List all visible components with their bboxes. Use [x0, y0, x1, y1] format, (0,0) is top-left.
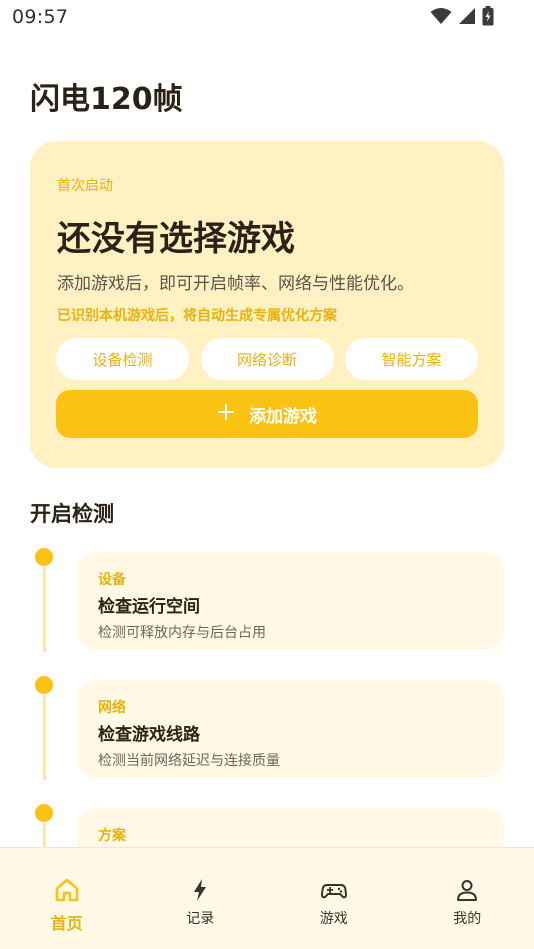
status-icons	[430, 6, 494, 26]
feature-chip-row: 设备检测 网络诊断 智能方案	[56, 338, 478, 380]
nav-label: 我的	[453, 911, 482, 927]
hero-title: 还没有选择游戏	[57, 219, 295, 259]
home-screen: 09:57 闪电120帧 首次启动 还没有选择游戏 添加游戏后，即可开启帧率、网…	[0, 0, 534, 949]
plus-icon	[217, 401, 235, 425]
lightning-icon	[186, 876, 214, 904]
nav-label: 游戏	[319, 911, 348, 927]
hero-description: 添加游戏后，即可开启帧率、网络与性能优化。	[57, 274, 414, 294]
add-game-label: 添加游戏	[249, 406, 317, 427]
status-bar: 09:57	[0, 0, 534, 36]
section-title: 开启检测	[30, 502, 114, 526]
card-tag: 方案	[98, 828, 126, 844]
timeline-line	[43, 566, 46, 652]
card-title: 检查运行空间	[98, 597, 200, 617]
check-network-card[interactable]: 网络 检查游戏线路 检测当前网络延迟与连接质量	[77, 680, 504, 778]
empty-state-card: 首次启动 还没有选择游戏 添加游戏后，即可开启帧率、网络与性能优化。 已识别本机…	[30, 141, 504, 468]
wifi-icon	[430, 7, 452, 25]
hero-note: 已识别本机游戏后，将自动生成专属优化方案	[57, 308, 337, 324]
card-title: 检查游戏线路	[98, 725, 200, 745]
hero-eyebrow: 首次启动	[57, 178, 113, 194]
timeline-dot	[35, 548, 53, 566]
card-description: 检测当前网络延迟与连接质量	[98, 753, 280, 769]
check-device-card[interactable]: 设备 检查运行空间 检测可释放内存与后台占用	[77, 552, 504, 650]
bottom-nav: 首页 记录 游戏 我的	[0, 847, 534, 949]
nav-item-games[interactable]: 游戏	[267, 848, 401, 949]
timeline-dot	[35, 804, 53, 822]
nav-item-records[interactable]: 记录	[134, 848, 268, 949]
nav-label: 首页	[50, 914, 83, 933]
nav-label: 记录	[186, 911, 215, 927]
card-tag: 网络	[98, 700, 126, 716]
person-icon	[453, 876, 481, 904]
card-description: 检测可释放内存与后台占用	[98, 625, 266, 641]
smart-plan-chip[interactable]: 智能方案	[345, 338, 478, 380]
nav-item-profile[interactable]: 我的	[401, 848, 534, 949]
timeline-line	[43, 694, 46, 780]
battery-charging-icon	[482, 6, 494, 26]
gamepad-icon	[320, 876, 348, 904]
timeline-dot	[35, 676, 53, 694]
home-icon	[53, 876, 81, 904]
status-time: 09:57	[12, 6, 69, 28]
app-title: 闪电120帧	[30, 82, 183, 117]
network-diagnose-chip[interactable]: 网络诊断	[200, 338, 334, 380]
device-detect-chip[interactable]: 设备检测	[56, 338, 189, 380]
add-game-button[interactable]: 添加游戏	[56, 390, 478, 438]
card-tag: 设备	[98, 572, 126, 588]
cellular-signal-icon	[458, 7, 476, 25]
nav-item-home[interactable]: 首页	[0, 848, 134, 949]
